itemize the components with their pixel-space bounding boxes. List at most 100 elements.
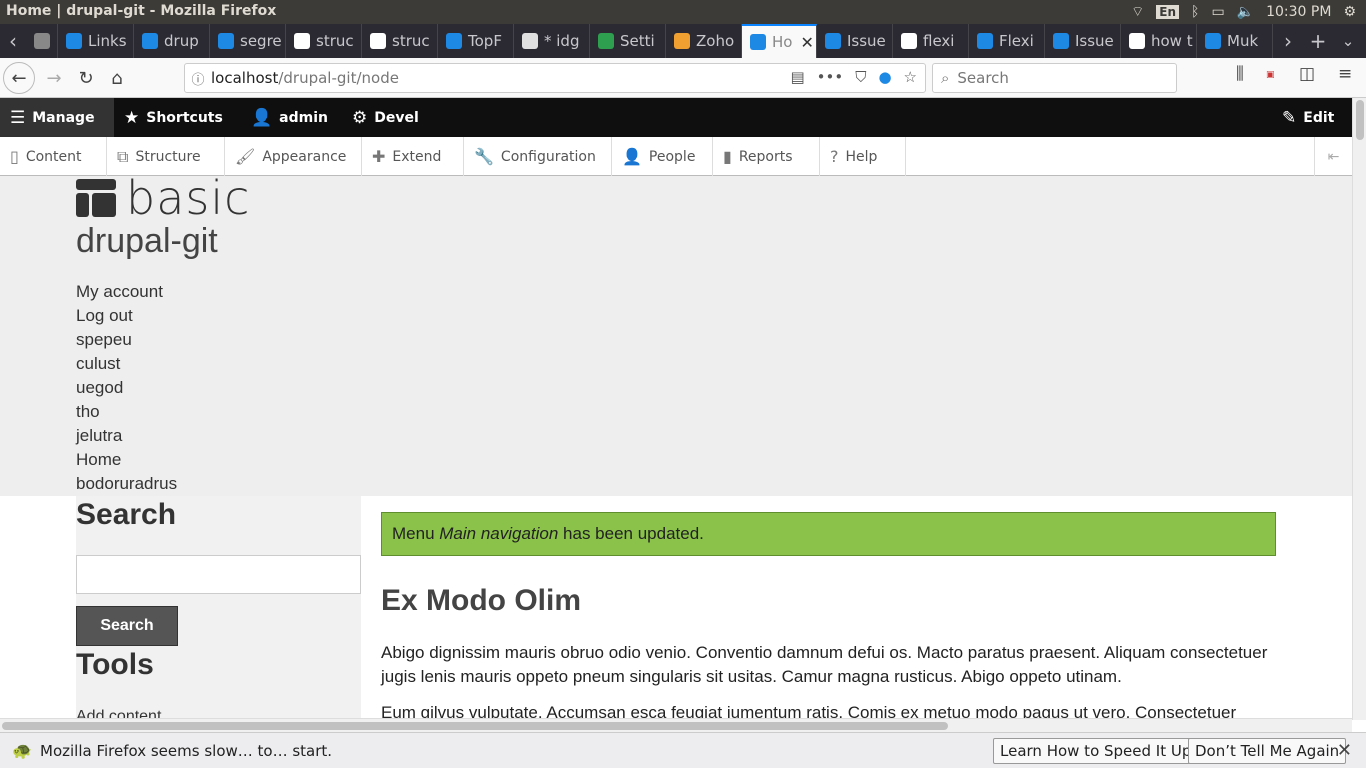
menu-link-home[interactable]: Home [76,450,177,474]
tab-label: * idg [544,32,580,50]
tray-item-reports[interactable]: ▮ Reports [713,137,820,176]
tab[interactable]: segre [210,24,286,58]
tab[interactable]: Flexi [969,24,1045,58]
keyboard-layout-indicator[interactable]: En [1156,5,1180,19]
menu-link-uegod[interactable]: uegod [76,378,177,402]
status-menu-name: Main navigation [439,524,559,543]
horizontal-scrollbar[interactable] [0,718,1352,732]
toolbar-manage[interactable]: ☰ Manage [0,98,114,137]
menu-link-tho[interactable]: tho [76,402,177,426]
tab[interactable]: TopF [438,24,514,58]
home-button[interactable]: ⌂ [101,62,133,94]
cors-extension-icon[interactable]: ▣ [1266,70,1275,80]
sidebar: Search Search Tools Add content [76,496,361,725]
dont-tell-again-button[interactable]: Don’t Tell Me Again [1188,738,1347,764]
hamburger-menu-icon[interactable]: ≡ [1338,64,1352,84]
tab[interactable]: i O [26,24,58,58]
horizontal-scrollbar-thumb[interactable] [2,722,948,730]
tab-scroll-left-icon[interactable]: ‹ [0,24,26,58]
tab[interactable]: struc [362,24,438,58]
url-bar[interactable]: ⓘ localhost/drupal-git/node ▤ ••• ⛉ ● ☆ [184,63,926,93]
tab[interactable]: flexi [893,24,969,58]
turtle-icon: 🐢 [12,741,32,760]
star-icon: ★ [124,107,140,128]
tray-item-label: Help [845,148,878,165]
tray-item-people[interactable]: 👤 People [612,137,713,176]
tab[interactable]: Zoho [666,24,742,58]
tab[interactable]: Setti [590,24,666,58]
site-info-icon[interactable]: ⓘ [185,69,211,88]
search-bar[interactable]: ⌕ Search [932,63,1177,93]
back-button[interactable]: ← [3,62,35,94]
tab[interactable]: drup [134,24,210,58]
sidebar-toggle-icon[interactable]: ◫ [1299,64,1315,84]
bookmark-star-icon[interactable]: ☆ [904,68,917,86]
pocket-icon[interactable]: ⛉ [855,68,866,86]
tray-item-configuration[interactable]: 🔧 Configuration [464,137,612,176]
tab-active[interactable]: Ho ✕ [742,24,817,58]
tab-label: struc [392,32,430,50]
tab-list-chevron-icon[interactable]: ⌄ [1334,24,1362,58]
sitemap-icon: ⧉ [117,146,129,166]
zoho-icon [674,33,690,49]
volume-icon[interactable]: 🔈 [1237,4,1254,20]
learn-speed-up-button[interactable]: Learn How to Speed It Up [993,738,1199,764]
green-app-icon [598,33,614,49]
search-input[interactable] [76,555,361,594]
battery-icon[interactable]: ▭ [1211,4,1224,20]
notification-bar: 🐢 Mozilla Firefox seems slow… to… start.… [0,732,1366,768]
menu-link-culust[interactable]: culust [76,354,177,378]
page-icon [370,33,386,49]
bluetooth-icon[interactable]: ᛒ [1191,4,1199,20]
wifi-icon[interactable]: ⌔ [1131,3,1144,21]
settings-gear-icon[interactable]: ⚙ [1343,4,1356,20]
menu-link-jelutra[interactable]: jelutra [76,426,177,450]
tab[interactable]: Issue [1045,24,1121,58]
tab[interactable]: Muk [1197,24,1273,58]
menu-link-log-out[interactable]: Log out [76,306,177,330]
system-tray: ⌔ En ᛒ ▭ 🔈 10:30 PM ⚙ [1131,0,1356,24]
drupal-extension-icon[interactable]: ● [878,68,891,86]
tray-item-content[interactable]: ▯ Content [0,137,107,176]
tray-item-label: Structure [135,148,201,165]
tab[interactable]: struc [286,24,362,58]
close-icon[interactable]: ✕ [1337,740,1352,761]
search-button[interactable]: Search [76,606,178,646]
library-icon[interactable]: ⫼ [1236,64,1244,84]
toolbar-devel-label: Devel [374,109,419,126]
toolbar-user[interactable]: 👤 admin [251,98,328,137]
tab[interactable]: how t [1121,24,1197,58]
menu-link-my-account[interactable]: My account [76,282,177,306]
new-tab-button[interactable]: + [1304,24,1332,58]
forward-button[interactable]: → [38,62,70,94]
toolbar-devel[interactable]: ⚙ Devel [352,98,419,137]
wrench-icon: 🔧 [474,147,494,166]
drupal-icon [977,33,993,49]
tray-item-extend[interactable]: ✚ Extend [362,137,464,176]
tab[interactable]: * idg [514,24,590,58]
tab-close-icon[interactable]: ✕ [800,33,813,52]
site-name[interactable]: drupal-git [76,222,218,261]
pencil-icon: ✎ [1282,107,1297,128]
tab[interactable]: Links [58,24,134,58]
tab-label: Ho [772,33,793,51]
page-actions-menu-icon[interactable]: ••• [817,68,844,86]
menu-link-spepeu[interactable]: spepeu [76,330,177,354]
site-logo[interactable]: basic [76,175,250,221]
vertical-scrollbar[interactable] [1352,98,1366,720]
vertical-scrollbar-thumb[interactable] [1356,100,1364,140]
notification-message: Mozilla Firefox seems slow… to… start. [40,742,333,760]
reader-view-icon[interactable]: ▤ [790,68,804,86]
tab-scroll-right-icon[interactable]: › [1276,24,1300,58]
toolbar-shortcuts[interactable]: ★ Shortcuts [124,98,223,137]
search-icon: ⌕ [941,69,950,87]
tray-item-help[interactable]: ? Help [820,137,906,176]
tab[interactable]: Issue [817,24,893,58]
toolbar-edit[interactable]: ✎ Edit [1282,98,1334,137]
page-title: Ex Modo Olim [381,584,582,617]
clock[interactable]: 10:30 PM [1266,4,1331,20]
menu-link-bodoruradrus[interactable]: bodoruradrus [76,474,177,498]
logo-mark-icon [76,179,116,217]
tray-orientation-toggle-icon[interactable]: ⇤ [1314,137,1352,176]
reload-button[interactable]: ↻ [70,62,102,94]
